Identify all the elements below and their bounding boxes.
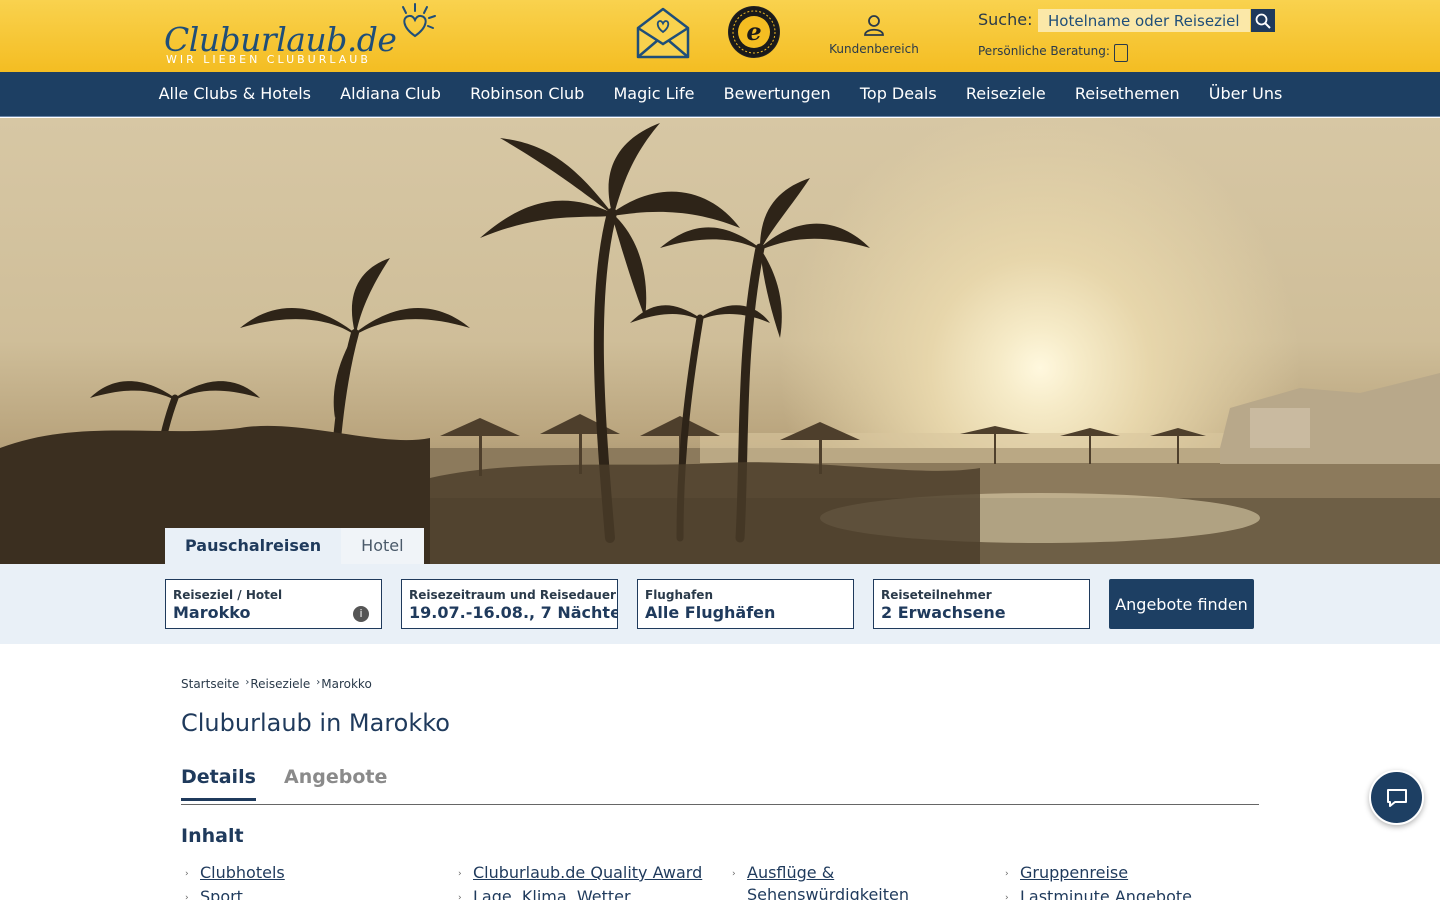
trusted-shops-icon: e (729, 7, 779, 57)
toc-column-2: › Cluburlaub.de Quality Award › Lage, Kl… (454, 862, 714, 900)
nav-item-aldiana[interactable]: Aldiana Club (326, 72, 456, 117)
nav-item-reviews[interactable]: Bewertungen (709, 72, 845, 117)
svg-text:e: e (746, 17, 761, 46)
breadcrumb-destinations[interactable]: Reiseziele (250, 677, 310, 691)
list-item: › Lastminute Angebote (1001, 886, 1261, 900)
content-tabs: Details Angebote (181, 766, 1259, 805)
nav-item-magic-life[interactable]: Magic Life (599, 72, 709, 117)
nav-item-themes[interactable]: Reisethemen (1060, 72, 1194, 117)
hero-image (0, 118, 1440, 564)
find-offers-button[interactable]: Angebote finden (1109, 579, 1254, 629)
list-item: › Clubhotels (181, 862, 441, 885)
toc-column-3: › Ausflüge & Sehenswürdigkeiten (728, 862, 928, 900)
trusted-shops-badge[interactable]: e (728, 6, 780, 58)
dates-field[interactable]: Reisezeitraum und Reisedauer 19.07.-16.0… (401, 579, 618, 629)
search-label: Suche: (978, 10, 1033, 29)
list-item: › Lage, Klima, Wetter (454, 886, 714, 900)
tab-pauschalreisen[interactable]: Pauschalreisen (165, 528, 342, 564)
search-input[interactable] (1038, 9, 1250, 32)
dates-label: Reisezeitraum und Reisedauer (409, 588, 616, 602)
list-item: › Cluburlaub.de Quality Award (454, 862, 714, 885)
account-link[interactable]: Kundenbereich (824, 14, 924, 56)
logo-tagline: WIR LIEBEN CLUBURLAUB (166, 53, 371, 66)
chat-button[interactable] (1369, 770, 1424, 825)
search-button[interactable] (1251, 9, 1275, 32)
travelers-value: 2 Erwachsene (881, 603, 1006, 622)
airport-label: Flughafen (645, 588, 713, 602)
travelers-field[interactable]: Reiseteilnehmer 2 Erwachsene (873, 579, 1090, 629)
chevron-right-icon: › (185, 893, 189, 900)
list-item: › Gruppenreise (1001, 862, 1261, 885)
user-icon (864, 15, 884, 36)
toc-heading: Inhalt (181, 825, 244, 847)
info-icon[interactable]: i (353, 606, 369, 622)
heart-sun-icon (402, 3, 436, 38)
toc-link[interactable]: Gruppenreise (1020, 862, 1128, 885)
page-title: Cluburlaub in Marokko (181, 709, 450, 737)
destination-label: Reiseziel / Hotel (173, 588, 283, 602)
tab-angebote[interactable]: Angebote (284, 766, 387, 788)
airport-value: Alle Flughäfen (645, 603, 776, 622)
main-nav: Alle Clubs & Hotels Aldiana Club Robinso… (0, 72, 1440, 117)
destination-value: Marokko (173, 603, 251, 622)
chevron-right-icon: › (1005, 869, 1009, 879)
nav-item-top-deals[interactable]: Top Deals (845, 72, 951, 117)
site-header: Cluburlaub.de WIR LIEBEN CLUBURLAUB e Ku… (0, 0, 1440, 72)
phone-icon[interactable] (1114, 44, 1128, 62)
chat-icon (1386, 788, 1407, 807)
breadcrumb-current[interactable]: Marokko (321, 677, 372, 691)
hero-illustration (0, 123, 1440, 564)
list-item: › Ausflüge & Sehenswürdigkeiten (728, 862, 928, 900)
site-logo[interactable]: Cluburlaub.de WIR LIEBEN CLUBURLAUB (164, 3, 436, 66)
chevron-right-icon: › (185, 869, 189, 879)
toc-column-1: › Clubhotels › Sport (181, 862, 441, 900)
toc-link[interactable]: Lastminute Angebote (1020, 886, 1192, 900)
chevron-right-icon: › (245, 677, 250, 688)
toc-link[interactable]: Clubhotels (200, 862, 285, 885)
nav-item-all-clubs[interactable]: Alle Clubs & Hotels (144, 72, 326, 117)
newsletter-mail-icon[interactable] (636, 6, 690, 60)
dates-value: 19.07.-16.08., 7 Nächte (409, 603, 618, 622)
airport-field[interactable]: Flughafen Alle Flughäfen (637, 579, 854, 629)
booking-form: Reiseziel / Hotel Marokko i Reisezeitrau… (0, 564, 1440, 644)
toc-column-4: › Gruppenreise › Lastminute Angebote (1001, 862, 1261, 900)
chevron-right-icon: › (732, 869, 736, 879)
toc-link[interactable]: Cluburlaub.de Quality Award (473, 862, 702, 885)
chevron-right-icon: › (458, 893, 462, 900)
search-icon (1255, 13, 1271, 29)
consult-label: Persönliche Beratung: (978, 44, 1110, 58)
travelers-label: Reiseteilnehmer (881, 588, 992, 602)
nav-item-destinations[interactable]: Reiseziele (951, 72, 1060, 117)
nav-item-about[interactable]: Über Uns (1194, 72, 1297, 117)
account-label: Kundenbereich (829, 42, 919, 56)
breadcrumb-home[interactable]: Startseite (181, 677, 239, 691)
toc-link[interactable]: Ausflüge & Sehenswürdigkeiten (747, 862, 928, 900)
destination-field[interactable]: Reiseziel / Hotel Marokko i (165, 579, 382, 629)
list-item: › Sport (181, 886, 441, 900)
toc-link[interactable]: Lage, Klima, Wetter (473, 886, 631, 900)
breadcrumb: Startseite › Reiseziele › Marokko (181, 677, 372, 691)
chevron-right-icon: › (458, 869, 462, 879)
booking-tabs: Pauschalreisen Hotel (165, 528, 424, 564)
tab-details[interactable]: Details (181, 766, 256, 801)
nav-item-robinson[interactable]: Robinson Club (456, 72, 599, 117)
chevron-right-icon: › (1005, 893, 1009, 900)
chevron-right-icon: › (316, 677, 321, 688)
toc-link[interactable]: Sport (200, 886, 243, 900)
tab-hotel[interactable]: Hotel (341, 528, 423, 564)
